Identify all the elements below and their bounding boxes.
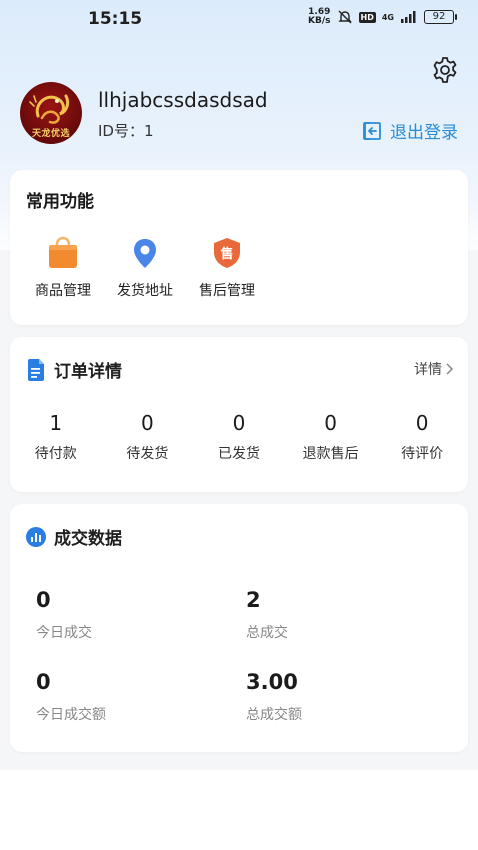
function-item-address[interactable]: 发货地址 (104, 236, 186, 300)
stat-today-amount: 0 今日成交额 (36, 670, 106, 724)
stat-label: 今日成交 (36, 625, 92, 641)
user-id: ID号：1 (98, 122, 154, 140)
function-label: 售后管理 (199, 283, 255, 299)
order-count: 0 (415, 411, 429, 435)
common-functions-title: 常用功能 (26, 192, 94, 212)
after-sale-shield-icon: 售 (214, 238, 240, 268)
battery-indicator: 92 (424, 10, 457, 24)
logout-label: 退出登录 (390, 123, 458, 143)
stat-label: 今日成交额 (36, 707, 106, 723)
detail-label: 详情 (414, 362, 442, 378)
status-bar: 15:15 1.69 KB/s HD 4G 92 (0, 0, 478, 38)
chevron-right-icon (446, 363, 454, 375)
mute-bell-icon (337, 10, 352, 24)
profile-section: 天龙优选 llhjabcssdasdsad ID号：1 退出登录 (20, 82, 460, 144)
common-functions-card: 常用功能 商品管理 发货地址 售 售后管理 (10, 170, 468, 325)
order-status-list: 1 待付款 0 待发货 0 已发货 0 退款售后 0 待评价 (10, 411, 468, 463)
stat-total-deals: 2 总成交 (246, 588, 288, 642)
status-time: 15:15 (88, 9, 143, 29)
order-count: 0 (141, 411, 154, 435)
transaction-data-header: 成交数据 (26, 524, 122, 549)
function-item-after-sale[interactable]: 售 售后管理 (186, 236, 268, 300)
avatar-brand-text: 天龙优选 (31, 129, 70, 139)
status-icons: 1.69 KB/s HD 4G 92 (308, 7, 457, 26)
hd-badge: HD (358, 11, 376, 23)
function-list: 商品管理 发货地址 售 售后管理 (22, 236, 268, 300)
username: llhjabcssdasdsad (98, 88, 268, 112)
order-details-link[interactable]: 详情 (414, 359, 454, 379)
order-status-pending-review[interactable]: 0 待评价 (376, 411, 468, 463)
order-details-title: 订单详情 (54, 362, 122, 382)
logout-icon (363, 121, 381, 140)
transaction-data-title: 成交数据 (54, 529, 122, 549)
order-status-label: 待付款 (34, 446, 77, 462)
function-label: 发货地址 (117, 283, 173, 299)
order-count: 1 (49, 411, 63, 435)
gear-icon[interactable] (431, 56, 459, 84)
stat-value: 0 (36, 588, 51, 612)
stat-label: 总成交 (246, 625, 288, 641)
network-speed: 1.69 KB/s (308, 7, 331, 26)
network-type: 4G (381, 12, 394, 22)
order-status-label: 待发货 (126, 446, 169, 462)
stat-today-deals: 0 今日成交 (36, 588, 92, 642)
order-count: 0 (232, 411, 246, 435)
order-status-pending-payment[interactable]: 1 待付款 (10, 411, 102, 463)
stat-value: 0 (36, 670, 51, 694)
location-pin-icon (134, 239, 156, 268)
document-icon (28, 358, 44, 381)
order-status-label: 已发货 (217, 446, 260, 462)
signal-icon (401, 11, 416, 23)
function-item-products[interactable]: 商品管理 (22, 236, 104, 300)
bar-chart-icon (26, 526, 46, 547)
shopping-bag-icon (49, 236, 77, 268)
stat-value: 3.00 (246, 670, 298, 694)
order-status-label: 退款售后 (302, 446, 359, 462)
order-details-header: 订单详情 (26, 357, 122, 382)
order-status-shipped[interactable]: 0 已发货 (193, 411, 285, 463)
avatar[interactable]: 天龙优选 (20, 82, 82, 144)
shield-char: 售 (220, 246, 233, 262)
stat-total-amount: 3.00 总成交额 (246, 670, 302, 724)
order-status-label: 待评价 (401, 446, 444, 462)
logout-button[interactable]: 退出登录 (362, 118, 458, 143)
stat-value: 2 (246, 588, 261, 612)
function-label: 商品管理 (35, 283, 91, 299)
order-count: 0 (324, 411, 337, 435)
order-status-refund[interactable]: 0 退款售后 (285, 411, 377, 463)
stat-label: 总成交额 (246, 707, 302, 723)
transaction-data-card: 成交数据 0 今日成交 2 总成交 0 今日成交额 3.00 总成交额 (10, 504, 468, 752)
order-details-card: 订单详情 详情 1 待付款 0 待发货 0 已发货 0 退款售后 0 待评价 (10, 337, 468, 492)
order-status-pending-shipment[interactable]: 0 待发货 (102, 411, 194, 463)
